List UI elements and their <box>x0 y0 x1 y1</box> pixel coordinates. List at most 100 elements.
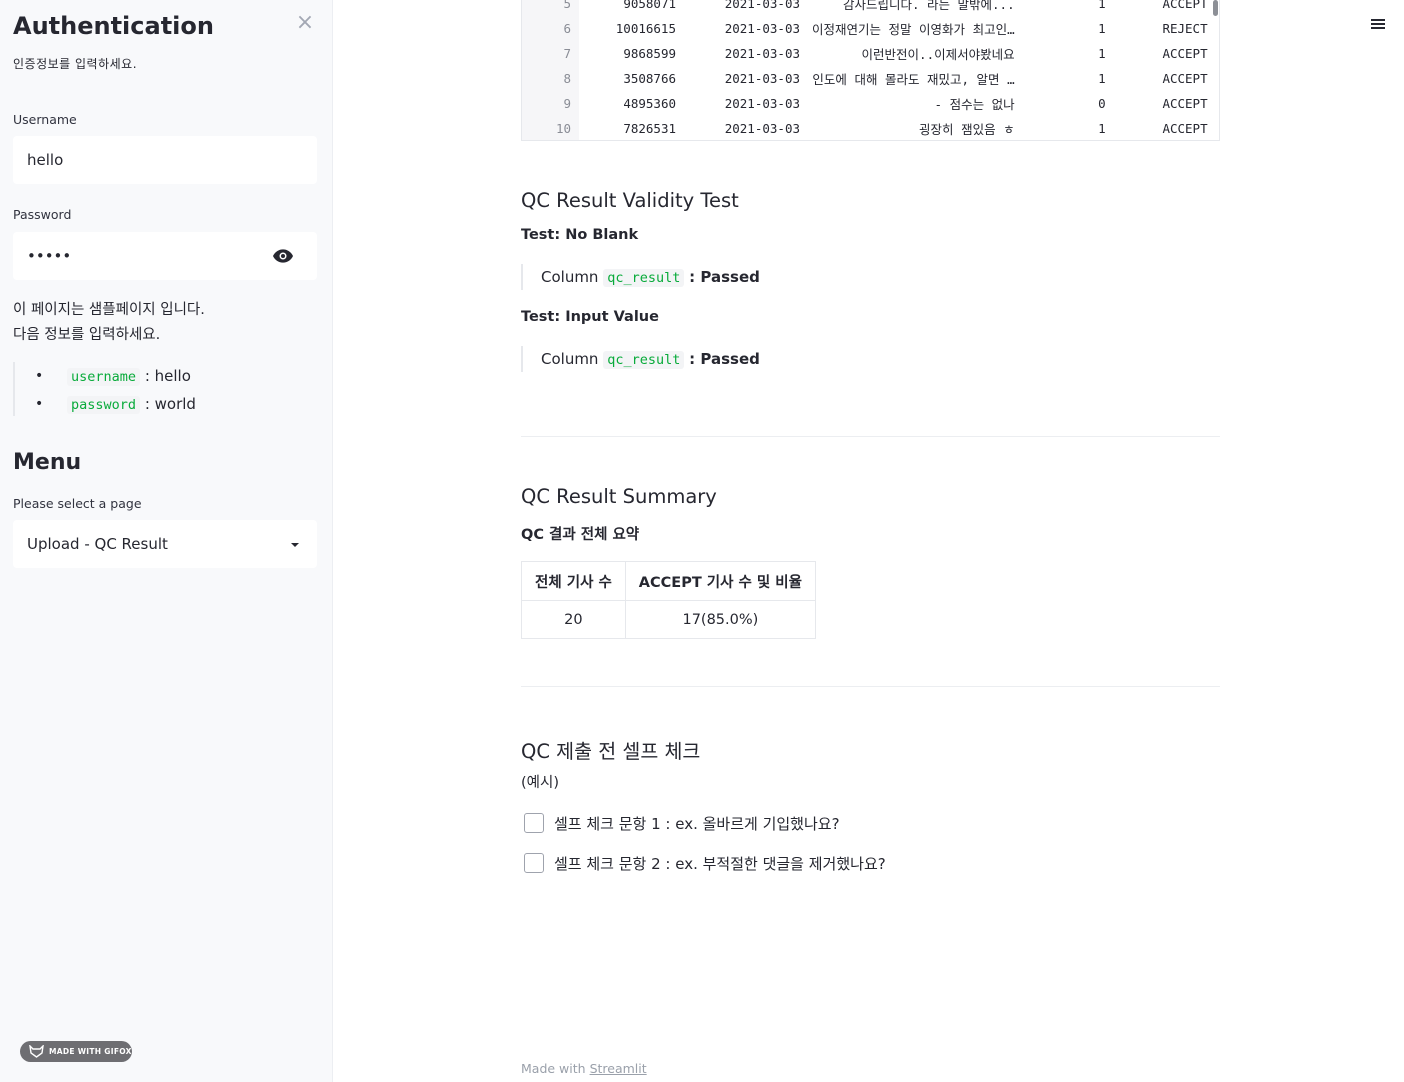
password-input[interactable] <box>13 232 263 280</box>
eye-icon[interactable] <box>273 248 293 264</box>
credential-value: : hello <box>144 367 191 385</box>
column-prefix: Column <box>541 268 599 286</box>
hamburger-menu-icon[interactable] <box>1369 17 1387 33</box>
table-cell: 1 <box>1098 121 1106 136</box>
sidebar: Authentication × 인증정보를 입력하세요. Username P… <box>0 0 333 1082</box>
fox-icon <box>29 1045 44 1058</box>
table-cell: 감사드립니다. 라는 말밖에... <box>842 0 1015 12</box>
test-no-blank-title: Test: No Blank <box>521 227 639 243</box>
info-line-1: 이 페이지는 샘플페이지 입니다. <box>13 302 205 318</box>
selfcheck-label-1: 셀프 체크 문항 1 : ex. 올바르게 기입했나요? <box>554 815 840 833</box>
column-prefix: Column <box>541 350 599 368</box>
row-index: 7 <box>522 41 579 66</box>
table-cell: 1 <box>1098 21 1106 36</box>
table-row: 5 9058071 2021-03-03 감사드립니다. 라는 말밖에... 1… <box>522 0 1208 16</box>
summary-subtitle: QC 결과 전체 요약 <box>521 527 640 543</box>
username-label: Username <box>13 112 77 127</box>
page-select[interactable]: Upload - QC Result <box>13 520 317 568</box>
row-index: 6 <box>522 16 579 41</box>
chevron-down-icon <box>291 543 299 547</box>
table-cell: ACCEPT <box>1162 121 1208 136</box>
table-cell: 9868599 <box>623 46 676 61</box>
table-cell: 1 <box>1098 0 1106 11</box>
summary-title: QC Result Summary <box>521 485 717 508</box>
footer: Made with Streamlit <box>521 1061 647 1076</box>
row-index: 9 <box>522 91 579 116</box>
inline-code: username <box>67 368 141 386</box>
inline-code: password <box>67 396 141 414</box>
close-icon[interactable]: × <box>294 12 316 34</box>
test-result: : Passed <box>689 350 760 368</box>
table-cell: 1 <box>1098 71 1106 86</box>
selfcheck-checkbox-1[interactable] <box>524 813 544 833</box>
row-index: 5 <box>522 0 579 16</box>
list-item: username : hello <box>15 362 313 390</box>
table-cell: 3508766 <box>623 71 676 86</box>
table-cell: - 점수는 없나 <box>934 97 1015 112</box>
page-select-value: Upload - QC Result <box>27 535 168 553</box>
selfcheck-checkbox-2[interactable] <box>524 853 544 873</box>
table-cell: REJECT <box>1162 21 1208 36</box>
selfcheck-example: (예시) <box>521 775 559 791</box>
sidebar-subtitle: 인증정보를 입력하세요. <box>13 57 138 71</box>
table-header: ACCEPT 기사 수 및 비율 <box>624 561 816 601</box>
table-row: 7 9868599 2021-03-03 이런반전이..이제서야봤네요 1 AC… <box>522 41 1208 66</box>
password-label: Password <box>13 207 72 222</box>
table-row: 9 4895360 2021-03-03 - 점수는 없나 0 ACCEPT <box>522 91 1208 116</box>
table-row: 20 17(85.0%) <box>521 600 816 639</box>
table-cell: 2021-03-03 <box>724 121 800 136</box>
sidebar-title: Authentication <box>13 12 214 40</box>
table-cell: 2021-03-03 <box>724 46 800 61</box>
dataframe[interactable]: 5 9058071 2021-03-03 감사드립니다. 라는 말밖에... 1… <box>521 0 1220 141</box>
table-cell: 17(85.0%) <box>624 600 816 639</box>
password-field <box>13 232 317 280</box>
table-cell: ACCEPT <box>1162 96 1208 111</box>
row-index: 8 <box>522 66 579 91</box>
table-cell: 2021-03-03 <box>724 0 800 11</box>
table-cell: 이런반전이..이제서야봤네요 <box>861 47 1015 62</box>
username-input[interactable] <box>13 136 317 184</box>
table-row: 6 10016615 2021-03-03 이정재연기는 정말 이영화가 최고인… <box>522 16 1208 41</box>
divider <box>521 436 1220 437</box>
table-cell: 2021-03-03 <box>724 21 800 36</box>
table-row: 8 3508766 2021-03-03 인도에 대해 몰라도 재밌고, 알면 … <box>522 66 1208 91</box>
menu-title: Menu <box>13 450 82 475</box>
row-index: 10 <box>522 116 579 140</box>
table-header-row: 전체 기사 수 ACCEPT 기사 수 및 비율 <box>521 561 816 601</box>
test-result: : Passed <box>689 268 760 286</box>
table-cell: ACCEPT <box>1162 46 1208 61</box>
table-header: 전체 기사 수 <box>521 561 626 601</box>
test-input-value-result: Column qc_result : Passed <box>521 346 760 372</box>
footer-prefix: Made with <box>521 1061 586 1076</box>
table-cell: 2021-03-03 <box>724 71 800 86</box>
table-cell: 9058071 <box>623 0 676 11</box>
inline-code: qc_result <box>603 269 685 287</box>
table-cell: ACCEPT <box>1162 71 1208 86</box>
selfcheck-label-2: 셀프 체크 문항 2 : ex. 부적절한 댓글을 제거했나요? <box>554 855 886 873</box>
table-cell: 20 <box>521 600 626 639</box>
list-item: password : world <box>15 390 313 418</box>
table-cell: 이정재연기는 정말 이영화가 최고인… <box>812 22 1015 37</box>
table-cell: 인도에 대해 몰라도 재밌고, 알면 … <box>812 72 1015 87</box>
table-cell: 4895360 <box>623 96 676 111</box>
scrollbar-thumb[interactable] <box>1213 0 1218 16</box>
test-input-value-title: Test: Input Value <box>521 309 659 325</box>
table-cell: 7826531 <box>623 121 676 136</box>
table-cell: 1 <box>1098 46 1106 61</box>
table-cell: 굉장히 잼있음 ㅎ <box>919 122 1015 137</box>
inline-code: qc_result <box>603 351 685 369</box>
table-cell: ACCEPT <box>1162 0 1208 11</box>
table-row: 10 7826531 2021-03-03 굉장히 잼있음 ㅎ 1 ACCEPT <box>522 116 1208 140</box>
table-cell: 2021-03-03 <box>724 96 800 111</box>
divider <box>521 686 1220 687</box>
table-cell: 0 <box>1098 96 1106 111</box>
validity-title: QC Result Validity Test <box>521 189 739 212</box>
summary-table: 전체 기사 수 ACCEPT 기사 수 및 비율 20 17(85.0%) <box>521 561 816 639</box>
sidebar-info: 이 페이지는 샘플페이지 입니다. 다음 정보를 입력하세요. <box>13 298 205 348</box>
info-line-2: 다음 정보를 입력하세요. <box>13 327 161 343</box>
selfcheck-title: QC 제출 전 셀프 체크 <box>521 740 701 763</box>
credential-value: : world <box>144 395 196 413</box>
streamlit-link[interactable]: Streamlit <box>590 1061 647 1076</box>
gifox-badge[interactable]: MADE WITH GIFOX <box>20 1041 132 1062</box>
table-cell: 10016615 <box>615 21 676 36</box>
